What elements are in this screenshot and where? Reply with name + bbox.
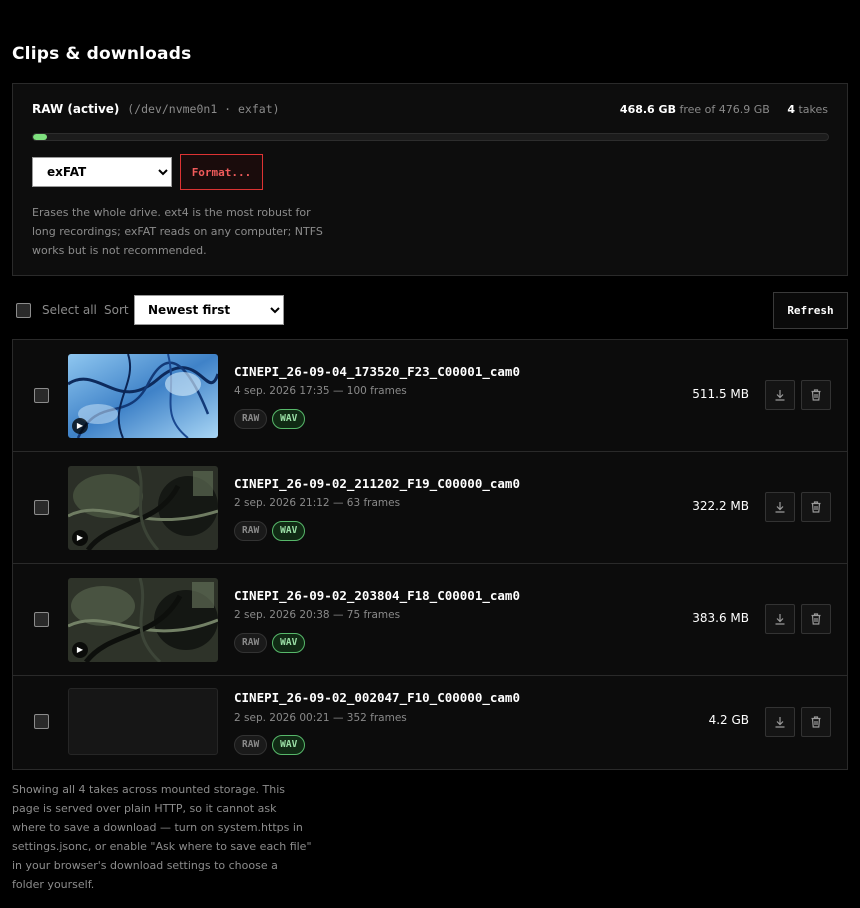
storage-usage-fill	[33, 134, 47, 140]
download-button[interactable]	[765, 604, 795, 634]
trash-icon	[811, 501, 821, 513]
drive-panel: RAW (active) (/dev/nvme0n1 · exfat) 468.…	[12, 83, 848, 276]
clip-row: ▶ CINEPI_26-09-02_203804_F18_C00001_cam0…	[13, 564, 847, 676]
drive-free-value: 468.6 GB	[619, 103, 676, 116]
wav-badge: WAV	[272, 521, 306, 541]
storage-usage-bar	[32, 133, 829, 141]
clip-meta: 2 sep. 2026 20:38 — 75 frames	[234, 609, 401, 621]
clip-row: ▶ CINEPI_26-09-02_211202_F19_C00000_cam0…	[13, 452, 847, 564]
wav-badge: WAV	[272, 409, 306, 429]
clip-row: CINEPI_26-09-02_002047_F10_C00000_cam0 2…	[13, 676, 847, 769]
raw-badge: RAW	[234, 521, 268, 541]
clip-checkbox[interactable]	[34, 612, 49, 627]
clip-badges: RAW WAV	[234, 521, 306, 541]
thumbnail-image	[68, 578, 218, 662]
clip-name: CINEPI_26-09-02_211202_F19_C00000_cam0	[234, 476, 520, 491]
clip-checkbox[interactable]	[34, 388, 49, 403]
drive-free-suffix: free of 476.9 GB	[679, 103, 770, 116]
clip-badges: RAW WAV	[234, 735, 306, 755]
clip-size: 511.5 MB	[692, 387, 749, 401]
clip-thumbnail[interactable]: ▶	[68, 354, 218, 438]
clip-badges: RAW WAV	[234, 409, 306, 429]
download-button[interactable]	[765, 492, 795, 522]
wav-badge: WAV	[272, 633, 306, 653]
play-icon[interactable]: ▶	[72, 642, 88, 658]
raw-badge: RAW	[234, 409, 268, 429]
clip-badges: RAW WAV	[234, 633, 306, 653]
raw-badge: RAW	[234, 633, 268, 653]
trash-icon	[811, 716, 821, 728]
play-icon[interactable]: ▶	[72, 418, 88, 434]
format-help-text: Erases the whole drive. ext4 is the most…	[32, 206, 323, 257]
clip-size: 383.6 MB	[692, 611, 749, 625]
wav-badge: WAV	[272, 735, 306, 755]
sort-label: Sort	[104, 303, 129, 317]
play-icon[interactable]: ▶	[72, 530, 88, 546]
thumbnail-image	[68, 466, 218, 550]
clip-row: ▶ CINEPI_26-09-04_173520_F23_C00001_cam0…	[13, 340, 847, 452]
drive-stats: 468.6 GB free of 476.9 GB 4 takes	[620, 103, 828, 116]
clip-name: CINEPI_26-09-02_203804_F18_C00001_cam0	[234, 588, 520, 603]
takes-count: 4 takes	[787, 103, 828, 116]
clip-thumbnail-empty	[68, 688, 218, 755]
clip-list: ▶ CINEPI_26-09-04_173520_F23_C00001_cam0…	[12, 339, 848, 770]
clip-thumbnail[interactable]: ▶	[68, 466, 218, 550]
refresh-button[interactable]: Refresh	[773, 292, 848, 329]
drive-device: (/dev/nvme0n1 · exfat)	[127, 102, 280, 116]
delete-button[interactable]	[801, 380, 831, 410]
select-all-label[interactable]: Select all	[42, 303, 97, 317]
trash-icon	[811, 389, 821, 401]
select-all-checkbox[interactable]	[16, 303, 31, 318]
delete-button[interactable]	[801, 707, 831, 737]
thumbnail-image	[68, 354, 218, 438]
clip-thumbnail[interactable]: ▶	[68, 578, 218, 662]
clip-name: CINEPI_26-09-02_002047_F10_C00000_cam0	[234, 690, 520, 705]
download-button[interactable]	[765, 380, 795, 410]
download-button[interactable]	[765, 707, 795, 737]
format-button[interactable]: Format...	[180, 154, 263, 190]
clip-meta: 2 sep. 2026 21:12 — 63 frames	[234, 497, 401, 509]
download-icon	[775, 717, 785, 728]
clip-meta: 2 sep. 2026 00:21 — 352 frames	[234, 712, 407, 724]
filesystem-select[interactable]: exFAT	[32, 157, 172, 187]
clip-size: 322.2 MB	[692, 499, 749, 513]
clips-toolbar: Select all Sort Newest first Refresh	[12, 292, 848, 329]
clip-size: 4.2 GB	[708, 713, 749, 727]
download-icon	[775, 614, 785, 625]
page-title: Clips & downloads	[12, 44, 192, 64]
download-icon	[775, 502, 785, 513]
delete-button[interactable]	[801, 492, 831, 522]
download-icon	[775, 390, 785, 401]
delete-button[interactable]	[801, 604, 831, 634]
drive-name: RAW (active)	[32, 102, 120, 116]
raw-badge: RAW	[234, 735, 268, 755]
trash-icon	[811, 613, 821, 625]
clip-name: CINEPI_26-09-04_173520_F23_C00001_cam0	[234, 364, 520, 379]
sort-select[interactable]: Newest first	[134, 295, 284, 325]
storage-footer-note: Showing all 4 takes across mounted stora…	[12, 783, 312, 891]
drive-header: RAW (active) (/dev/nvme0n1 · exfat)	[32, 102, 280, 116]
clip-checkbox[interactable]	[34, 714, 49, 729]
clip-meta: 4 sep. 2026 17:35 — 100 frames	[234, 385, 407, 397]
clip-checkbox[interactable]	[34, 500, 49, 515]
